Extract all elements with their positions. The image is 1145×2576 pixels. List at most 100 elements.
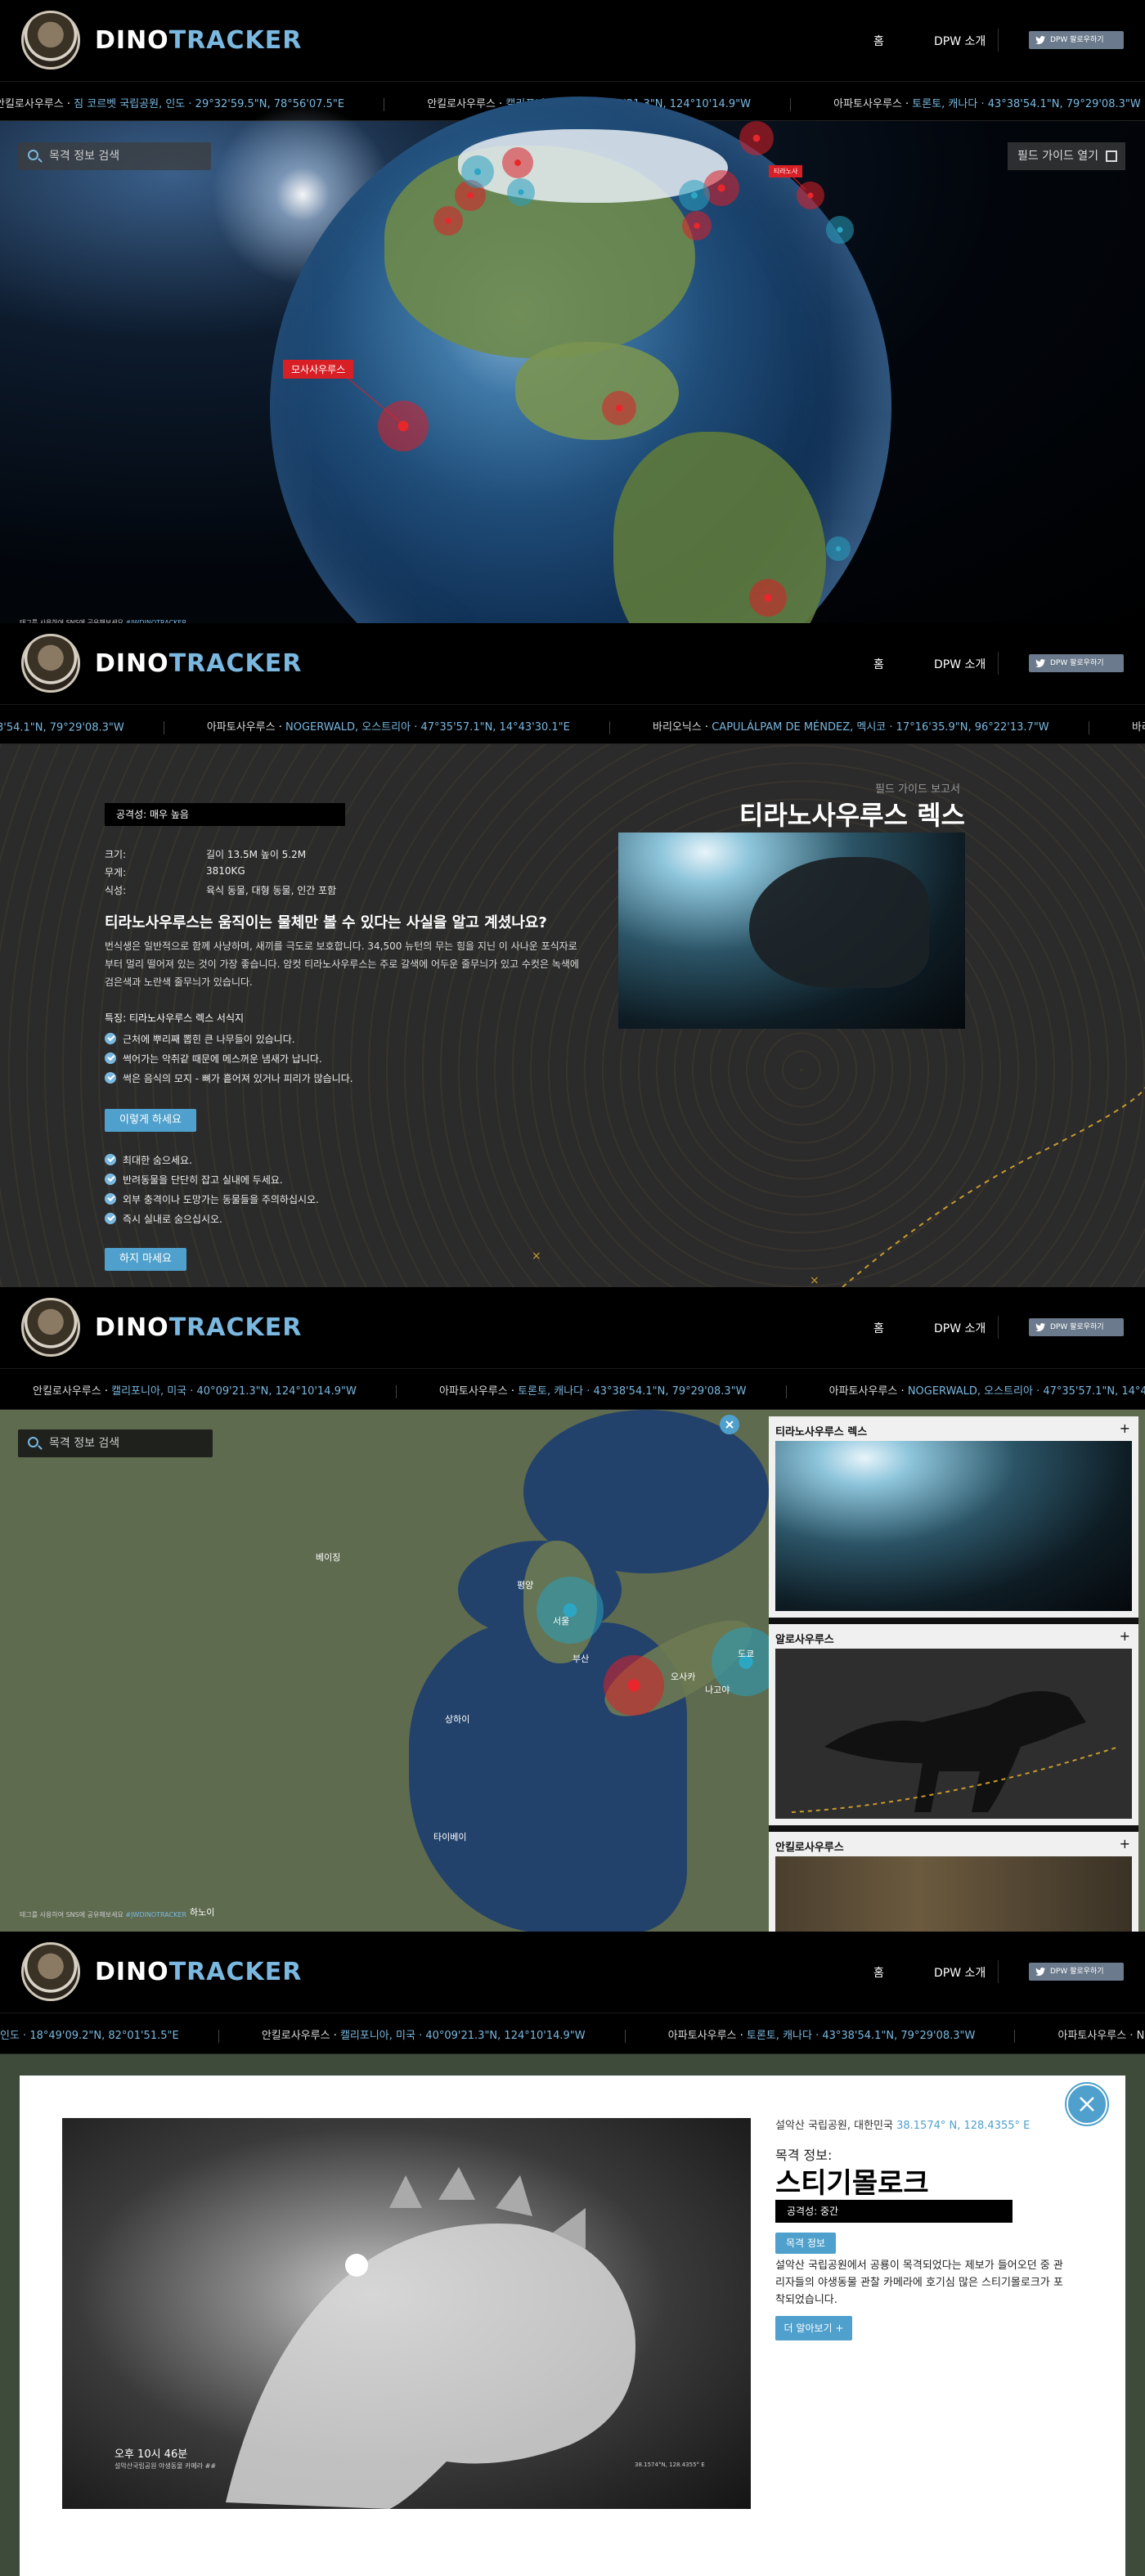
ticker-item[interactable]: 3'54.1"N, 79°29'08.3"W [0, 720, 164, 734]
twitter-follow-button[interactable]: DPW 팔로우하기 [1029, 31, 1124, 49]
map-trail-decoration: × × [532, 1087, 1145, 1287]
allosaurus-silhouette-thumbnail [775, 1649, 1132, 1819]
map-city-label: 하노이 [190, 1907, 215, 1918]
nav-divider [998, 1960, 999, 1983]
map-city-label: 상하이 [445, 1714, 470, 1725]
brand-wordmark[interactable]: DINOTRACKER [95, 1958, 302, 1986]
sighting-marker-red[interactable] [604, 1655, 664, 1716]
ticker-species: 바리오 [1131, 721, 1145, 734]
sighting-connector-lines [343, 173, 806, 426]
sighting-marker-red[interactable] [602, 391, 636, 425]
location-coords: 38.1574° N, 128.4355° E [896, 2120, 1030, 2132]
map-backdrop: 오후 10시 46분 설악산국립공원 야생동물 카메라 ## 38.1574°N… [0, 2054, 1145, 2576]
ticker-item[interactable]: 바리오 [1132, 718, 1145, 734]
dino-tracker-logo-badge[interactable] [21, 1942, 80, 2001]
sighting-marker-blue[interactable] [537, 1577, 604, 1644]
twitter-follow-button[interactable]: DPW 팔로우하기 [1029, 1963, 1124, 1981]
sighting-card[interactable]: 안킬로사우루스 + [769, 1832, 1138, 1932]
twitter-follow-button[interactable]: DPW 팔로우하기 [1029, 654, 1124, 672]
nav-about-link[interactable]: DPW 소개 [934, 1320, 986, 1336]
sighting-description: 설악산 국립공원에서 공룡이 목격되었다는 제보가 들어오던 중 관리자들의 야… [775, 2260, 1063, 2306]
nav-home-link[interactable]: 홈 [873, 1320, 884, 1336]
sighting-marker-red[interactable] [433, 206, 463, 236]
sighting-marker-red[interactable] [682, 211, 712, 240]
brand-wordmark[interactable]: DINOTRACKER [95, 26, 302, 55]
ticker-species: 안킬로사우루스 [261, 2030, 330, 2042]
aggression-level: 공격성: 중간 [775, 2200, 1013, 2223]
ticker-species: 아파토사우루스 [667, 2030, 737, 2042]
camera-timestamp: 오후 10시 46분 [114, 2448, 188, 2461]
sighting-location: 설악산 국립공원, 대한민국 38.1574° N, 128.4355° E [775, 2116, 1030, 2132]
ticker-item[interactable]: 아파토사우루스 · NO [1058, 2026, 1145, 2042]
dino-tracker-logo-badge[interactable] [21, 1298, 80, 1357]
site-header: DINOTRACKER 홈 DPW 소개 DPW 팔로우하기 [0, 1287, 1145, 1369]
twitter-bird-icon [1035, 36, 1045, 44]
sighting-marker-red[interactable] [378, 401, 429, 451]
nav-about-link[interactable]: DPW 소개 [934, 656, 986, 672]
brand-wordmark[interactable]: DINOTRACKER [95, 1313, 302, 1342]
share-hint-text: 태그를 사용하여 SNS에 공유해보세요 [20, 1911, 123, 1919]
ticker-item[interactable]: 아파토사우루스 · NOGERWALD, 오스트리아 · 47°35'57.1"… [207, 718, 610, 734]
sighting-marker-blue[interactable] [507, 178, 535, 206]
dino-tracker-logo-badge[interactable] [21, 11, 80, 70]
ticker-item[interactable]: 아파토사우루스 · NOGERWALD, 오스트리아 · 47°35'57.1"… [829, 1382, 1145, 1398]
ticker-item[interactable]: 아파토사우루스 · 토론토, 캐나다 · 43°38'54.1"N, 79°29… [668, 2026, 1016, 2043]
brand-wordmark[interactable]: DINOTRACKER [95, 649, 302, 678]
sighting-marker-red[interactable] [797, 182, 824, 209]
ticker-species: 안킬로사우루스 [0, 98, 64, 110]
sighting-marker-red[interactable] [749, 579, 787, 617]
ticker-item[interactable]: 인도 · 18°49'09.2"N, 82°01'51.5"E [0, 2026, 219, 2043]
sighting-marker-blue[interactable] [461, 155, 494, 188]
ticker-location: CAPULÁLPAM DE MÉNDEZ, 멕시코 · 17°16'35.9"N… [712, 721, 1049, 734]
sighting-marker-blue[interactable] [679, 180, 710, 211]
sighting-marker-red[interactable] [502, 147, 533, 178]
location-name: 설악산 국립공원, 대한민국 [775, 2120, 893, 2132]
ticker-item[interactable]: 아파토사우루스 · 토론토, 캐나다 · 43°38'54.1"N, 79°29… [833, 95, 1141, 110]
nav-about-link[interactable]: DPW 소개 [934, 33, 986, 49]
plus-icon[interactable]: + [1120, 1628, 1130, 1644]
sighting-info-button[interactable]: 목격 정보 [775, 2233, 836, 2254]
close-map-button[interactable] [720, 1415, 739, 1434]
map-city-label: 타이베이 [433, 1832, 467, 1842]
plus-icon[interactable]: + [1120, 1420, 1130, 1436]
ticker-item[interactable]: 안킬로사우루스 · 캘리포니아, 미국 · 40°09'21.3"N, 124°… [262, 2026, 626, 2043]
learn-more-button[interactable]: 더 알아보기 + [775, 2316, 852, 2340]
ticker-item[interactable]: 안킬로사우루스 · 캘리포니아, 미국 · 40°09'21.3"N, 124°… [33, 1382, 397, 1398]
twitter-follow-label: DPW 팔로우하기 [1050, 36, 1104, 44]
dino-tracker-logo-badge[interactable] [21, 634, 80, 693]
brand-part-b: TRACKER [168, 649, 303, 678]
brand-part-b: TRACKER [168, 1958, 303, 1986]
sighting-marker-blue[interactable] [826, 216, 854, 244]
nav-home-link[interactable]: 홈 [873, 656, 884, 672]
camera-coords: 38.1574°N, 128.4355° E [635, 2462, 705, 2468]
nav-home-link[interactable]: 홈 [873, 33, 884, 49]
sightings-ticker: 인도 · 18°49'09.2"N, 82°01'51.5"E 안킬로사우루스 … [0, 2013, 1145, 2054]
sighting-card[interactable]: 티라노사우루스 렉스 + [769, 1416, 1138, 1618]
nav-home-link[interactable]: 홈 [873, 1964, 884, 1981]
plus-icon[interactable]: + [1120, 1836, 1130, 1851]
nav-divider [998, 652, 999, 675]
close-icon [725, 1420, 734, 1429]
map-city-label: 오사카 [671, 1672, 696, 1682]
camera-caption: 설악산국립공원 야생동물 카메라 ## [114, 2462, 217, 2470]
nav-about-link[interactable]: DPW 소개 [934, 1964, 986, 1981]
species-title: 스티기몰로크 [775, 2167, 929, 2200]
ticker-item[interactable]: 바리오닉스 · CAPULÁLPAM DE MÉNDEZ, 멕시코 · 17°1… [653, 718, 1089, 734]
brand-part-b: TRACKER [168, 26, 303, 55]
globe-view[interactable]: 목격 정보 검색 필드 가이드 열기 모사사우루스 티라노사 태그를 사용하여 … [0, 88, 1145, 718]
ticker-item[interactable]: 아파토사우루스 · 토론토, 캐나다 · 43°38'54.1"N, 79°29… [439, 1382, 787, 1398]
site-header: DINOTRACKER 홈 DPW 소개 DPW 팔로우하기 [0, 1932, 1145, 2013]
ticker-species: 안킬로사우루스 [33, 1385, 101, 1398]
close-modal-button[interactable] [1066, 2084, 1107, 2125]
satellite-map[interactable]: 목격 정보 검색 베이징 서울 평양 부산 상하이 타이베이 오사카 도쿄 나고… [0, 1410, 1145, 1932]
sighting-marker-blue[interactable] [826, 536, 851, 561]
share-hashtag[interactable]: #JWDINOTRACKER [125, 1911, 186, 1919]
ankylosaurus-thumbnail [775, 1856, 1132, 1932]
ticker-location: 인도 · 18°49'09.2"N, 82°01'51.5"E [0, 2030, 179, 2042]
svg-text:×: × [810, 1274, 819, 1287]
sighting-search-input[interactable]: 목격 정보 검색 [18, 1429, 213, 1457]
sightings-ticker: 3'54.1"N, 79°29'08.3"W 아파토사우루스 · NOGERWA… [0, 705, 1145, 744]
sighting-marker-red[interactable] [739, 121, 774, 155]
sighting-card[interactable]: 알로사우루스 + [769, 1624, 1138, 1825]
twitter-follow-button[interactable]: DPW 팔로우하기 [1029, 1318, 1124, 1336]
